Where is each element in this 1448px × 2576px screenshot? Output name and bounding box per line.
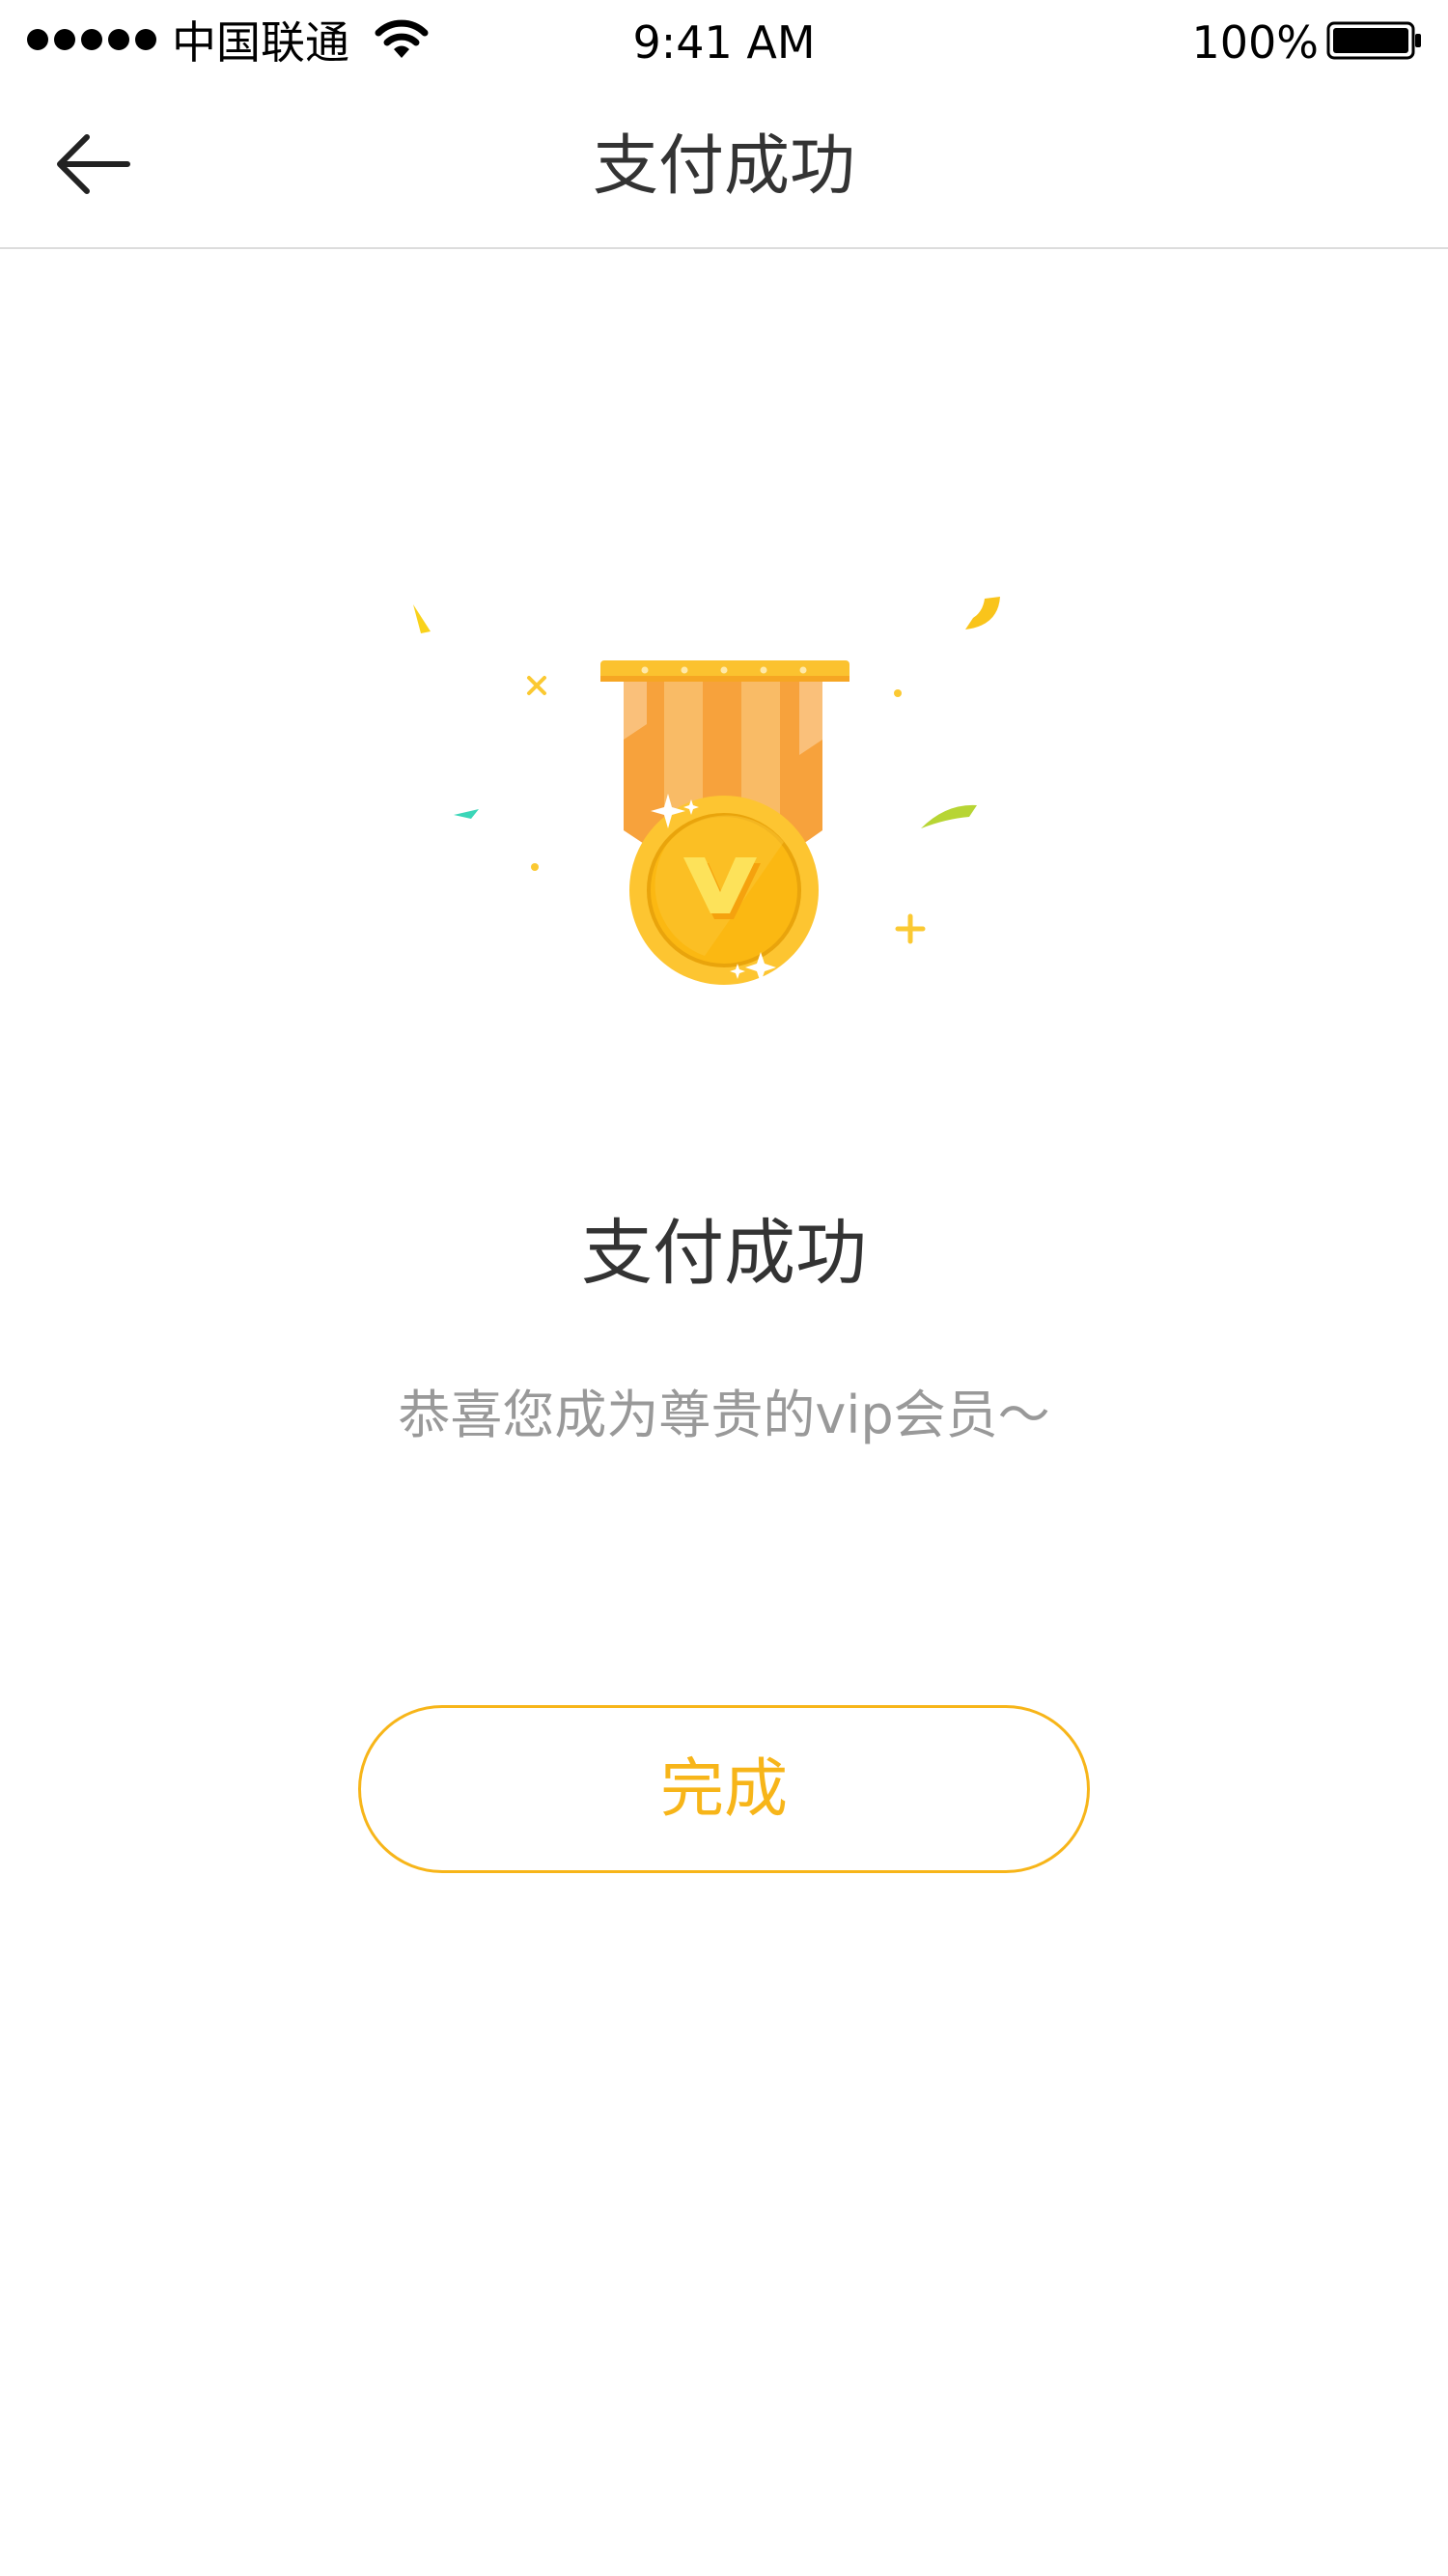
nav-title: 支付成功 bbox=[592, 128, 855, 205]
success-subtitle: 恭喜您成为尊贵的vip会员～ bbox=[398, 1385, 1050, 1445]
battery-icon bbox=[1326, 21, 1421, 60]
done-button[interactable]: 完成 bbox=[358, 1705, 1090, 1873]
success-title: 支付成功 bbox=[581, 1212, 867, 1295]
battery-percent: 100% bbox=[1191, 16, 1319, 69]
nav-bar: 支付成功 bbox=[0, 81, 1448, 249]
status-bar: 中国联通 9:41 AM 100% bbox=[0, 0, 1448, 81]
confetti-icon bbox=[454, 809, 479, 819]
confetti-icon bbox=[527, 676, 546, 695]
confetti-icon bbox=[921, 804, 977, 828]
confetti-icon bbox=[965, 597, 1000, 630]
confetti-icon bbox=[413, 604, 431, 633]
confetti-icon bbox=[531, 863, 539, 871]
confetti-icon bbox=[894, 689, 902, 697]
confetti-icon bbox=[895, 913, 926, 944]
vip-medal-icon bbox=[413, 597, 1000, 985]
